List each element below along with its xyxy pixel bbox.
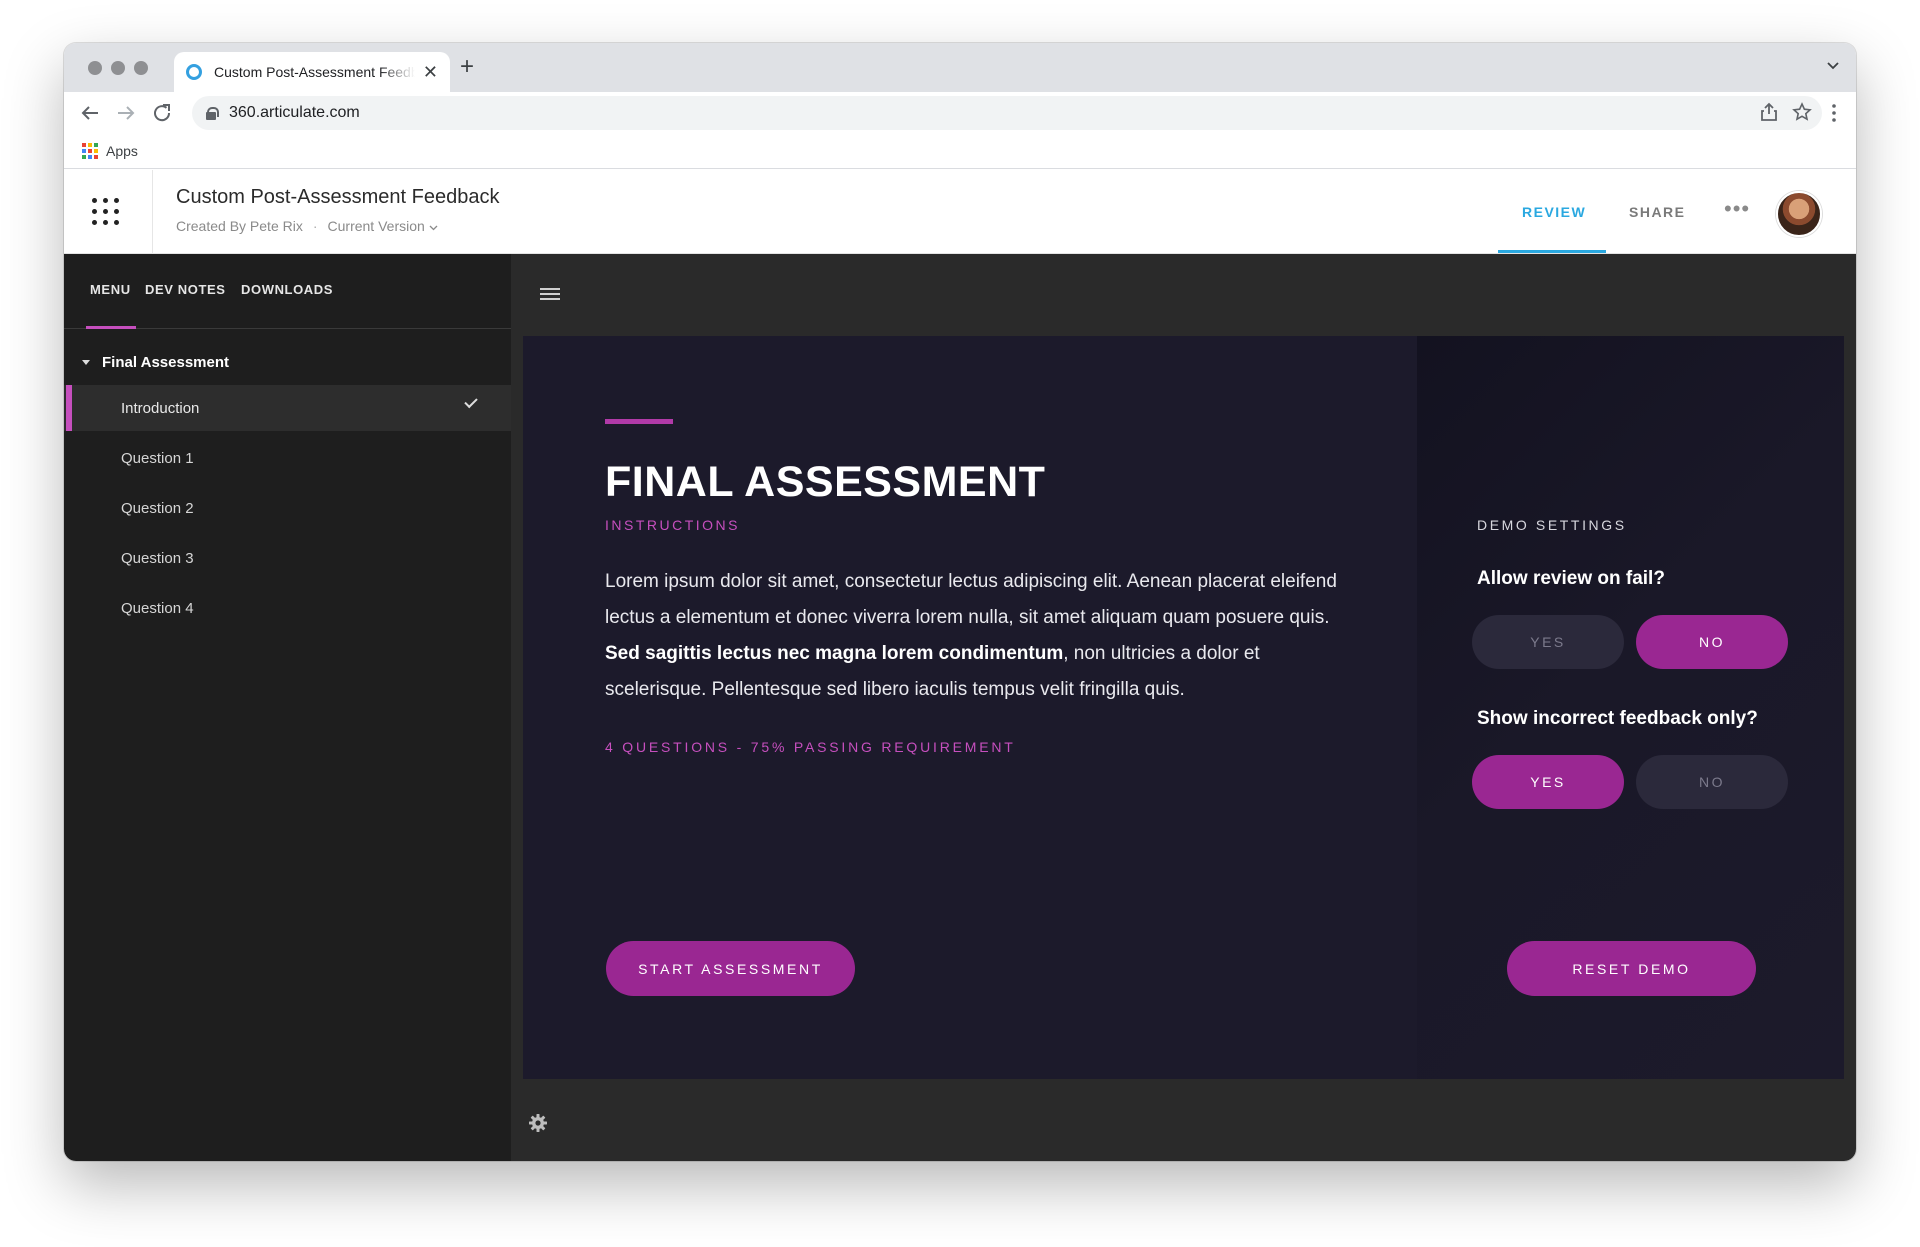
section-final-assessment[interactable]: Final Assessment — [64, 339, 511, 385]
app-switcher-icon[interactable] — [92, 198, 119, 225]
avatar[interactable] — [1776, 191, 1822, 237]
bookmarks-bar: Apps — [64, 135, 1856, 169]
allow-review-no-button[interactable]: NO — [1636, 615, 1788, 669]
window-controls — [88, 61, 148, 75]
incorrect-feedback-no-button[interactable]: NO — [1636, 755, 1788, 809]
body-text-part-1: Lorem ipsum dolor sit amet, consectetur … — [605, 571, 1337, 628]
demo-settings-heading: DEMO SETTINGS — [1477, 517, 1627, 533]
lesson-label: Question 3 — [121, 549, 194, 567]
lesson-viewer: FINAL ASSESSMENT INSTRUCTIONS Lorem ipsu… — [511, 254, 1856, 1161]
star-icon[interactable] — [1792, 102, 1812, 122]
minimize-window-button[interactable] — [111, 61, 125, 75]
apps-label: Apps — [106, 143, 138, 159]
header-divider — [152, 170, 153, 254]
favicon-icon — [186, 64, 202, 80]
address-bar[interactable]: 360.articulate.com — [192, 96, 1822, 130]
reset-demo-button[interactable]: RESET DEMO — [1507, 941, 1756, 996]
share-icon[interactable] — [1760, 102, 1778, 122]
start-assessment-button[interactable]: START ASSESSMENT — [606, 941, 855, 996]
allow-review-question: Allow review on fail? — [1477, 568, 1665, 589]
passing-requirement: 4 QUESTIONS - 75% PASSING REQUIREMENT — [605, 739, 1016, 755]
caret-down-icon — [82, 359, 90, 365]
app-header: Custom Post-Assessment Feedback Created … — [64, 170, 1856, 254]
sidebar-tab-underline — [86, 326, 136, 329]
browser-menu-icon[interactable] — [1832, 104, 1836, 122]
course-meta: Created By Pete Rix · Current Version — [176, 218, 438, 234]
chevron-down-icon — [429, 225, 438, 231]
course-title: Custom Post-Assessment Feedback — [176, 186, 500, 208]
page-title: FINAL ASSESSMENT — [605, 458, 1046, 506]
heading-accent-bar — [605, 419, 673, 424]
body-text-bold: Sed sagittis lectus nec magna lorem cond… — [605, 643, 1064, 664]
browser-toolbar: 360.articulate.com — [64, 92, 1856, 135]
checkmark-icon — [464, 394, 478, 409]
sidebar-item-question-4[interactable]: Question 4 — [64, 585, 511, 631]
course-sidebar: MENU DEV NOTES DOWNLOADS Final Assessmen… — [64, 254, 511, 1161]
apps-icon — [82, 143, 98, 159]
close-window-button[interactable] — [88, 61, 102, 75]
tab-strip: Custom Post-Assessment Feedback ✕ + — [64, 43, 1856, 92]
lock-icon — [206, 107, 219, 120]
version-label: Current Version — [327, 218, 425, 234]
instructions-label: INSTRUCTIONS — [605, 517, 740, 533]
hamburger-menu-icon[interactable] — [540, 288, 560, 300]
lesson-label: Introduction — [121, 399, 200, 417]
lesson-label: Question 2 — [121, 499, 194, 517]
tab-share[interactable]: SHARE — [1629, 204, 1686, 220]
allow-review-yes-button[interactable]: YES — [1472, 615, 1624, 669]
new-tab-icon[interactable]: + — [460, 55, 474, 79]
url-text: 360.articulate.com — [229, 104, 360, 121]
tab-review-underline — [1498, 250, 1606, 253]
browser-window: Custom Post-Assessment Feedback ✕ + 360.… — [64, 43, 1856, 1161]
apps-shortcut[interactable]: Apps — [82, 143, 138, 159]
reload-icon[interactable] — [150, 101, 174, 125]
sidebar-item-question-2[interactable]: Question 2 — [64, 485, 511, 531]
instructions-text: Lorem ipsum dolor sit amet, consectetur … — [605, 564, 1345, 708]
more-options-icon[interactable]: ••• — [1724, 196, 1750, 222]
created-by-label: Created By Pete Rix — [176, 218, 303, 234]
tab-search-chevron-icon[interactable] — [1826, 59, 1840, 73]
browser-tab[interactable]: Custom Post-Assessment Feedback ✕ — [174, 52, 450, 92]
meta-separator: · — [312, 218, 318, 234]
lesson-label: Question 4 — [121, 599, 194, 617]
tab-review[interactable]: REVIEW — [1522, 204, 1586, 220]
sidebar-tab-menu[interactable]: MENU — [90, 282, 131, 297]
incorrect-feedback-question: Show incorrect feedback only? — [1477, 708, 1758, 729]
lesson-label: Question 1 — [121, 449, 194, 467]
version-dropdown[interactable]: Current Version — [328, 218, 438, 234]
close-tab-icon[interactable]: ✕ — [423, 63, 438, 81]
gear-icon[interactable] — [528, 1113, 548, 1133]
section-title: Final Assessment — [102, 353, 229, 371]
sidebar-tab-dev-notes[interactable]: DEV NOTES — [145, 282, 226, 297]
back-icon[interactable] — [78, 101, 102, 125]
sidebar-tab-downloads[interactable]: DOWNLOADS — [241, 282, 333, 297]
incorrect-feedback-yes-button[interactable]: YES — [1472, 755, 1624, 809]
lesson-stage: FINAL ASSESSMENT INSTRUCTIONS Lorem ipsu… — [523, 336, 1844, 1079]
sidebar-item-introduction[interactable]: Introduction — [64, 385, 511, 431]
sidebar-item-question-3[interactable]: Question 3 — [64, 535, 511, 581]
forward-icon[interactable] — [114, 101, 138, 125]
tab-title: Custom Post-Assessment Feedback — [214, 64, 415, 80]
zoom-window-button[interactable] — [134, 61, 148, 75]
sidebar-item-question-1[interactable]: Question 1 — [64, 435, 511, 481]
sidebar-tabs: MENU DEV NOTES DOWNLOADS — [64, 254, 511, 329]
